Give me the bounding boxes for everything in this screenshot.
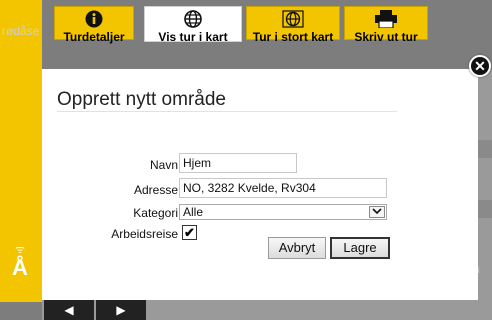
nav-prev-button[interactable]: ◀ xyxy=(44,300,94,320)
tab-vis-tur-i-kart[interactable]: Vis tur i kart xyxy=(144,6,242,44)
logo-letter-icon: Å xyxy=(12,255,28,280)
tab-label: Turdetaljer xyxy=(63,30,125,44)
tab-label: Tur i stort kart xyxy=(252,30,334,44)
checkmark-icon: ✔ xyxy=(184,225,195,240)
tab-tur-i-stort-kart[interactable]: Tur i stort kart xyxy=(246,6,340,44)
navn-label: Navn xyxy=(149,158,178,172)
arbeidsreise-label: Arbeidsreise xyxy=(111,227,178,241)
dialog-title: Opprett nytt område xyxy=(57,89,226,110)
chevron-down-icon[interactable] xyxy=(369,206,385,218)
globe-expand-icon xyxy=(247,10,339,28)
kategori-select[interactable]: Alle xyxy=(179,204,387,220)
arbeidsreise-checkbox[interactable]: ✔ xyxy=(182,225,197,240)
kategori-value: Alle xyxy=(183,205,204,219)
close-icon[interactable]: ✕ xyxy=(469,55,491,77)
nav-next-button[interactable]: ▶ xyxy=(96,300,146,320)
app-logo: ᯤ Å xyxy=(8,244,32,288)
tab-skriv-ut-tur[interactable]: Skriv ut tur xyxy=(344,6,428,44)
save-button[interactable]: Lagre xyxy=(330,237,390,259)
tab-label: Skriv ut tur xyxy=(354,30,418,44)
title-divider xyxy=(57,111,397,112)
tab-label: Vis tur i kart xyxy=(158,30,228,44)
navn-field[interactable] xyxy=(179,153,297,173)
create-area-dialog: Opprett nytt område Navn Adresse Kategor… xyxy=(42,69,478,300)
globe-icon xyxy=(145,10,241,28)
info-icon xyxy=(55,10,133,28)
kategori-label: Kategori xyxy=(133,206,178,220)
left-rail: rødåse ᯤ Å xyxy=(0,0,42,302)
background-label: rødåse xyxy=(2,24,40,38)
adresse-field[interactable] xyxy=(179,178,387,198)
adresse-label: Adresse xyxy=(133,183,178,197)
printer-icon xyxy=(345,10,427,29)
tab-turdetaljer[interactable]: Turdetaljer xyxy=(54,6,134,44)
cancel-button[interactable]: Avbryt xyxy=(268,237,326,259)
